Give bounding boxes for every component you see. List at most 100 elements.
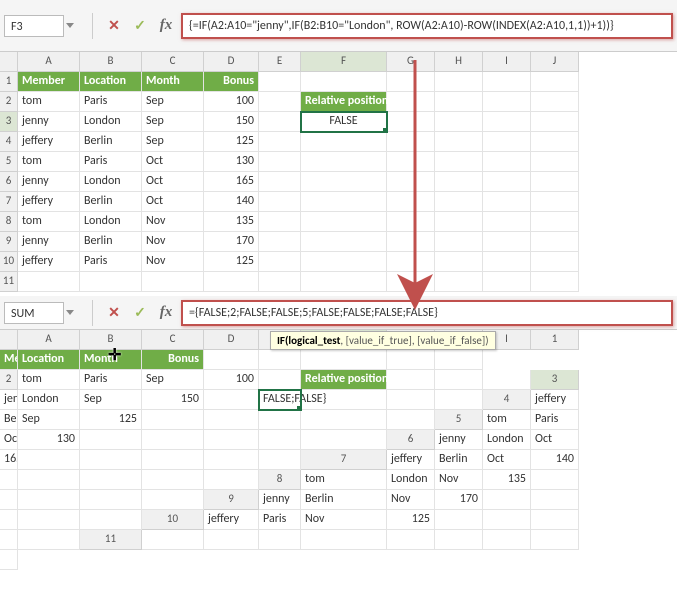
cancel-icon[interactable]: ✕ — [103, 15, 125, 37]
cell[interactable] — [435, 132, 483, 152]
cell[interactable]: Berlin — [435, 450, 483, 470]
cell[interactable] — [387, 132, 435, 152]
cell[interactable] — [259, 530, 301, 550]
grid-top[interactable]: A B C D E F G H I J 1 Member Location Mo… — [0, 52, 677, 92]
cell[interactable] — [387, 172, 435, 192]
cell[interactable]: Paris — [531, 410, 579, 430]
row-header[interactable]: 2 — [0, 92, 18, 112]
cell[interactable] — [387, 272, 435, 292]
cell[interactable]: London — [18, 390, 80, 410]
cell[interactable] — [142, 530, 204, 550]
cell[interactable] — [435, 92, 483, 112]
cell[interactable] — [435, 390, 483, 410]
col-header[interactable]: J — [531, 52, 579, 72]
cell[interactable] — [435, 370, 483, 390]
cell[interactable] — [531, 152, 579, 172]
cell[interactable]: 135 — [204, 212, 259, 232]
cell[interactable]: jeffery — [387, 450, 435, 470]
enter-icon[interactable]: ✓ — [129, 15, 151, 37]
row-header[interactable]: 9 — [0, 232, 18, 252]
cell[interactable]: tom — [18, 212, 80, 232]
cell[interactable] — [483, 112, 531, 132]
cell[interactable]: Nov — [435, 470, 483, 490]
cell[interactable]: Oct — [142, 192, 204, 212]
table-header[interactable]: Bonus — [204, 72, 259, 92]
cell[interactable]: London — [387, 470, 435, 490]
cell[interactable] — [204, 470, 259, 490]
cell[interactable] — [435, 350, 483, 370]
cell[interactable] — [483, 172, 531, 192]
cell[interactable] — [301, 152, 387, 172]
cell[interactable] — [142, 490, 204, 510]
cell[interactable] — [80, 430, 142, 450]
cell[interactable] — [0, 510, 18, 530]
col-header[interactable]: E — [259, 52, 301, 72]
cell[interactable]: Sep — [18, 410, 80, 430]
cell[interactable] — [301, 252, 387, 272]
cell[interactable] — [301, 272, 387, 292]
cell[interactable]: Oct — [531, 430, 579, 450]
cell[interactable] — [204, 430, 259, 450]
cell[interactable] — [142, 410, 204, 430]
table-header[interactable]: Member — [18, 72, 80, 92]
cell[interactable]: Sep — [142, 370, 204, 390]
cell[interactable] — [0, 530, 18, 550]
cell[interactable] — [483, 510, 531, 530]
cell[interactable] — [259, 172, 301, 192]
cell[interactable] — [483, 192, 531, 212]
cell[interactable] — [531, 72, 579, 92]
cell[interactable] — [80, 450, 142, 470]
col-header[interactable]: A — [18, 52, 80, 72]
name-box[interactable]: SUM — [4, 302, 64, 324]
cell[interactable]: Nov — [301, 510, 387, 530]
cell[interactable] — [301, 172, 387, 192]
row-header[interactable]: 10 — [142, 510, 204, 530]
cell[interactable] — [259, 350, 301, 370]
cell[interactable] — [0, 550, 18, 570]
selected-cell[interactable]: FALSE;FALSE} — [259, 390, 301, 410]
cell[interactable] — [259, 272, 301, 292]
cell[interactable] — [301, 430, 387, 450]
col-header[interactable]: A — [18, 330, 80, 350]
enter-icon[interactable]: ✓ — [129, 302, 151, 324]
cell[interactable]: Paris — [259, 510, 301, 530]
row-header[interactable]: 3 — [0, 112, 18, 132]
cell[interactable] — [435, 192, 483, 212]
cell[interactable] — [435, 510, 483, 530]
cell[interactable] — [259, 92, 301, 112]
cell[interactable] — [387, 370, 435, 390]
cell[interactable]: Oct — [0, 430, 18, 450]
cell[interactable] — [531, 212, 579, 232]
cell[interactable] — [483, 232, 531, 252]
cell[interactable] — [259, 112, 301, 132]
cell[interactable] — [531, 192, 579, 212]
row-header[interactable]: 4 — [483, 390, 531, 410]
cell[interactable]: tom — [18, 152, 80, 172]
cell[interactable] — [0, 470, 18, 490]
cell[interactable] — [301, 132, 387, 152]
cell[interactable]: 100 — [204, 370, 259, 390]
row-header[interactable]: 10 — [0, 252, 18, 272]
selected-cell[interactable]: FALSE — [301, 112, 387, 132]
cell[interactable]: Berlin — [301, 490, 387, 510]
cell[interactable]: Berlin — [80, 132, 142, 152]
cell[interactable] — [483, 92, 531, 112]
cell[interactable] — [204, 272, 259, 292]
cell[interactable] — [531, 232, 579, 252]
cell[interactable] — [301, 192, 387, 212]
cell[interactable] — [435, 152, 483, 172]
cell[interactable] — [204, 410, 259, 430]
row-header[interactable]: 6 — [387, 430, 435, 450]
cell[interactable]: Paris — [80, 92, 142, 112]
cell[interactable] — [259, 132, 301, 152]
row-header[interactable]: 3 — [531, 370, 579, 390]
cell[interactable] — [259, 72, 301, 92]
select-all-corner[interactable] — [0, 330, 18, 350]
cell[interactable] — [531, 92, 579, 112]
col-header[interactable]: B — [80, 52, 142, 72]
cell[interactable]: 165 — [0, 450, 18, 470]
cell[interactable]: jeffery — [18, 192, 80, 212]
cell[interactable] — [387, 212, 435, 232]
cell[interactable]: Paris — [80, 370, 142, 390]
cell[interactable] — [435, 530, 483, 550]
